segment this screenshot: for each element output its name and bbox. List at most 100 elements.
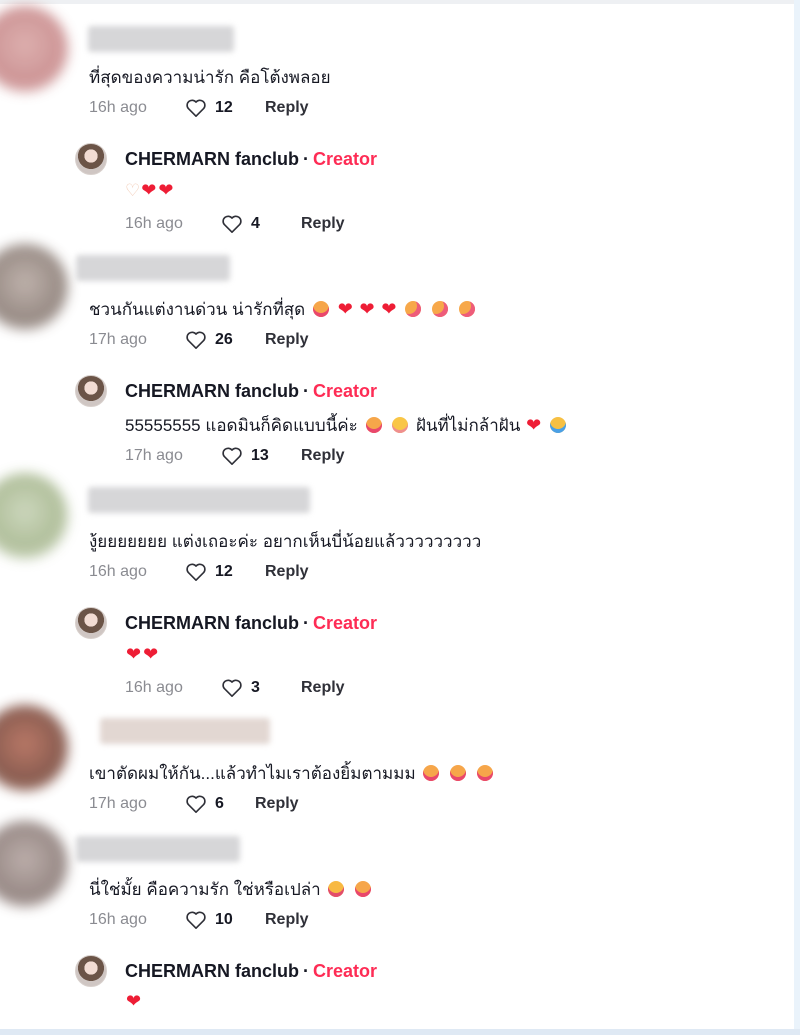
comment-time: 17h ago [89,795,147,812]
reply-text: ❤ [125,991,142,1012]
comment-time: 17h ago [89,331,147,348]
like-button[interactable]: 26 [185,330,255,350]
creator-header: CHERMARN fanclub · Creator [125,961,377,982]
smiling-hearts-emoji-icon [365,417,382,433]
heart-outline-icon [186,331,206,349]
smiling-hearts-emoji-icon [423,765,440,781]
like-button[interactable]: 10 [185,910,255,930]
red-heart-emoji-icon: ❤ [143,644,159,664]
reply-button[interactable]: Reply [265,911,309,929]
like-button[interactable]: 3 [221,678,291,698]
creator-avatar[interactable] [75,607,107,639]
scrollbar-track[interactable] [794,0,800,1035]
avatar[interactable] [0,473,68,559]
heart-outline-icon [186,563,206,581]
creator-username[interactable]: CHERMARN fanclub [125,961,299,981]
smiling-hearts-emoji-icon [355,881,372,897]
like-button[interactable]: 4 [221,214,291,234]
reply-button[interactable]: Reply [265,331,309,349]
username-blurred[interactable] [76,836,240,862]
creator-header: CHERMARN fanclub · Creator [125,613,377,634]
comment-meta: 17h ago 26 Reply [89,330,309,350]
username-blurred[interactable] [88,487,310,513]
like-count: 4 [251,215,260,232]
like-count: 12 [215,99,233,116]
comment-text: ชวนกันแต่งานด่วน น่ารักที่สุด ❤ ❤ ❤ [89,296,478,323]
reply-button[interactable]: Reply [301,215,345,233]
like-count: 26 [215,331,233,348]
creator-avatar[interactable] [75,143,107,175]
creator-badge: Creator [313,381,378,401]
flushed-emoji-icon [392,417,409,433]
reply-time: 16h ago [125,215,183,232]
top-border [0,0,800,4]
username-blurred[interactable] [100,718,270,744]
reply-text-tail: ฝันที่ไม่กล้าฝัน [415,416,521,435]
comment-text: งู้ยยยยยยย แต่งเถอะค่ะ อยากเห็นบี่น้อยแล… [89,532,482,551]
reply-text-body: 55555555 แอดมินก็คิดแบบนี้ค่ะ [125,416,358,435]
reply-time: 16h ago [125,679,183,696]
creator-badge: Creator [313,149,378,169]
like-button[interactable]: 13 [221,446,291,466]
red-heart-emoji-icon: ❤ [126,644,142,664]
avatar[interactable] [0,6,68,92]
reply-button[interactable]: Reply [255,795,299,813]
heart-outline-icon [186,99,206,117]
reply-text: ♡❤ ❤ [125,180,174,201]
reply-meta: 17h ago 13 Reply [125,446,345,466]
creator-username[interactable]: CHERMARN fanclub [125,381,299,401]
reply-button[interactable]: Reply [301,679,345,697]
like-count: 10 [215,911,233,928]
smiling-hearts-emoji-icon [450,765,467,781]
creator-header: CHERMARN fanclub · Creator [125,381,377,402]
creator-avatar[interactable] [75,955,107,987]
like-count: 12 [215,563,233,580]
reply-button[interactable]: Reply [265,99,309,117]
username-blurred[interactable] [88,26,234,52]
comment-text-body: ชวนกันแต่งานด่วน น่ารักที่สุด [89,300,306,319]
heart-outline-icon [186,795,206,813]
comment-text: ที่สุดของความน่ารัก คือโต้งพลอย [89,68,331,87]
red-heart-emoji-icon: ❤ [141,180,157,200]
comment-text: เขาตัดผมให้กัน...แล้วทำไมเราต้องยิ้มตามม… [89,760,496,787]
like-count: 3 [251,679,260,696]
comment-time: 16h ago [89,99,147,116]
comment-meta: 16h ago 12 Reply [89,98,309,118]
avatar[interactable] [0,821,68,907]
like-count: 13 [251,447,269,464]
creator-username[interactable]: CHERMARN fanclub [125,613,299,633]
username-blurred[interactable] [76,255,230,281]
creator-username[interactable]: CHERMARN fanclub [125,149,299,169]
reply-meta: 16h ago 4 Reply [125,214,345,234]
separator-dot: · [303,613,309,633]
kissing-emoji-icon [458,301,475,317]
comment-time: 16h ago [89,911,147,928]
comment-meta: 17h ago 6 Reply [89,794,299,814]
creator-badge: Creator [313,961,378,981]
reply-button[interactable]: Reply [301,447,345,465]
separator-dot: · [303,149,309,169]
avatar[interactable] [0,244,68,330]
smiling-hearts-emoji-icon [476,765,493,781]
red-heart-emoji-icon: ❤ [526,415,542,435]
kissing-emoji-icon [431,301,448,317]
creator-avatar[interactable] [75,375,107,407]
reply-button[interactable]: Reply [265,563,309,581]
like-button[interactable]: 12 [185,98,255,118]
creator-badge: Creator [313,613,378,633]
reply-meta: 16h ago 3 Reply [125,678,345,698]
creator-header: CHERMARN fanclub · Creator [125,149,377,170]
avatar[interactable] [0,705,68,791]
heart-outline-icon [222,215,242,233]
comment-text-body: นี่ใช่มั้ย คือความรัก ใช่หรือเปล่า [89,880,321,899]
like-button[interactable]: 12 [185,562,255,582]
red-heart-emoji-icon: ❤ [126,991,142,1011]
heart-outline-icon [222,447,242,465]
heart-hands-emoji-icon: ♡ [125,181,141,200]
heart-outline-icon [186,911,206,929]
bottom-border [0,1029,800,1035]
separator-dot: · [303,381,309,401]
reply-text: ❤ ❤ [125,644,159,665]
comment-text-body: เขาตัดผมให้กัน...แล้วทำไมเราต้องยิ้มตามม… [89,764,416,783]
like-button[interactable]: 6 [185,794,245,814]
